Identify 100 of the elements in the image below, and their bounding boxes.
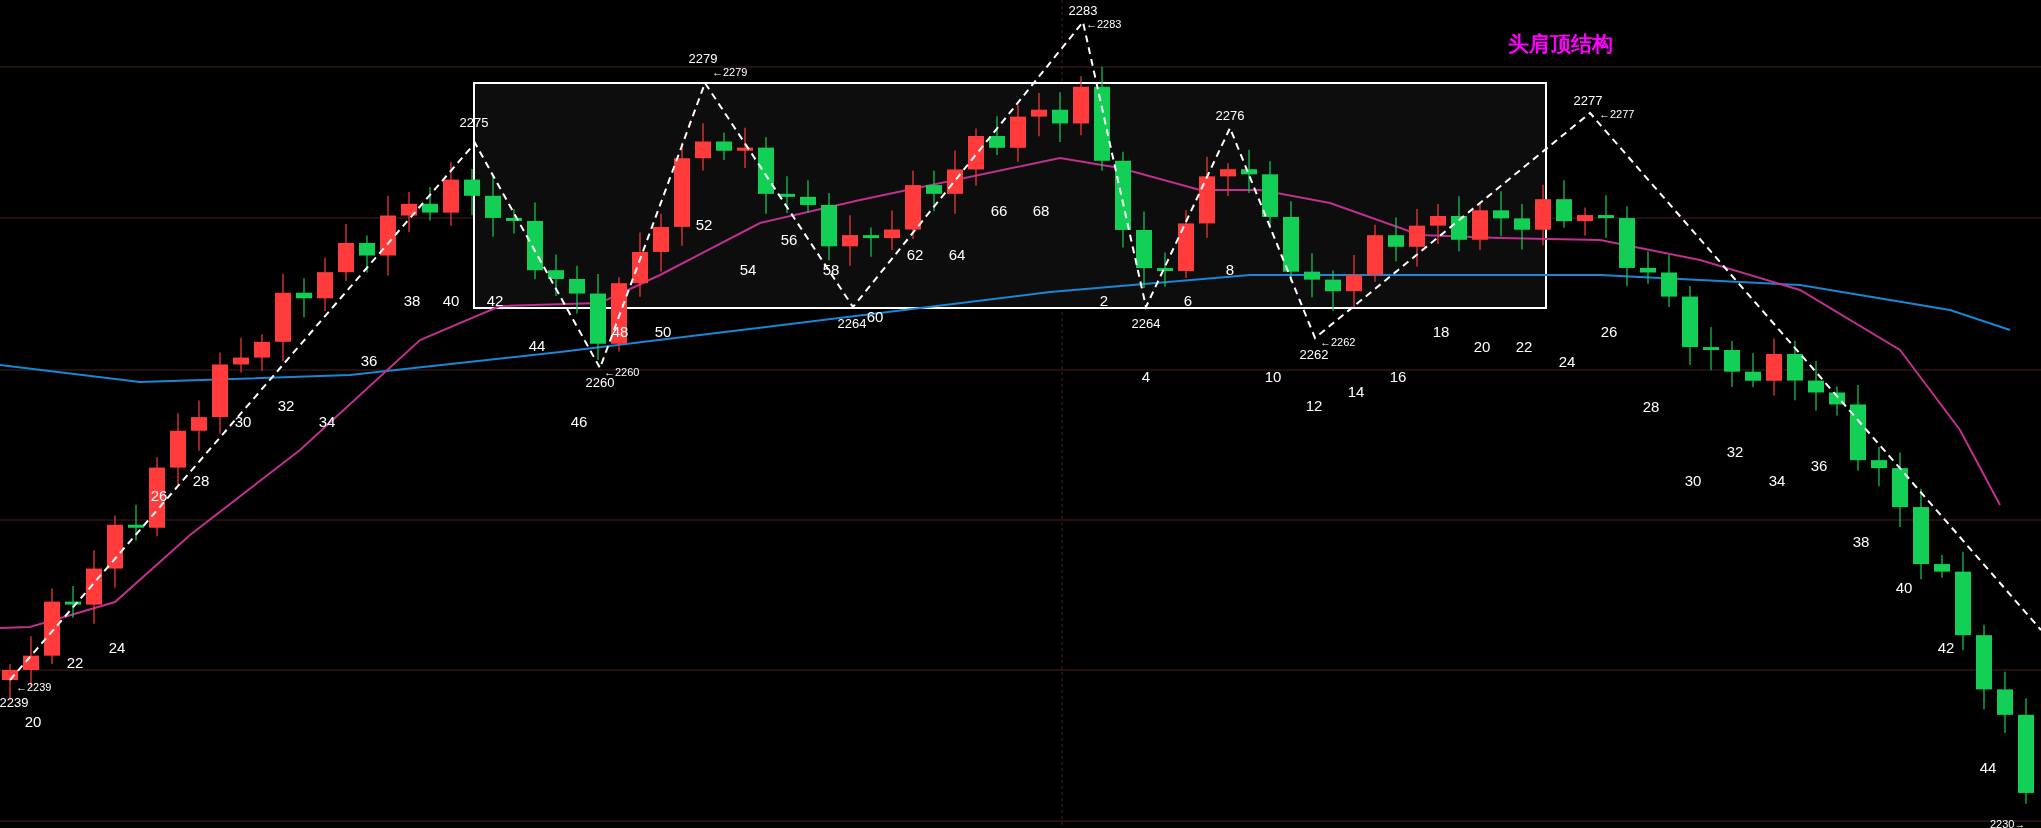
- bar-count-label: 58: [822, 260, 840, 278]
- bar-count-label: 24: [108, 638, 126, 656]
- bar-count-label: 50: [654, 322, 672, 340]
- bar-count-label: 62: [906, 245, 924, 263]
- candlestick: [443, 161, 459, 227]
- candlestick: [905, 170, 921, 240]
- bar-count-label: 2: [1099, 291, 1109, 309]
- candlestick: [821, 192, 837, 261]
- candlestick: [296, 277, 312, 318]
- bar-count-label: 36: [1810, 456, 1828, 474]
- pivot-marker-label: ←2283: [1086, 17, 1122, 30]
- candlestick: [1010, 104, 1026, 163]
- candlestick: [653, 213, 669, 272]
- candlestick: [338, 223, 354, 282]
- pivot-price-label: 2239: [0, 695, 29, 711]
- candlestick: [1157, 251, 1173, 288]
- candlestick: [989, 115, 1005, 156]
- pivot-price-label: 2277: [1573, 93, 1603, 109]
- candlestick: [422, 186, 438, 222]
- bar-count-label: 28: [192, 471, 210, 489]
- candlestick: [1325, 270, 1341, 312]
- candlestick: [1178, 209, 1194, 279]
- bar-count-label: 54: [739, 260, 757, 278]
- bar-count-label: 68: [1032, 201, 1050, 219]
- candlestick: [401, 191, 417, 233]
- candlestick: [1220, 162, 1236, 197]
- candlestick: [569, 265, 585, 315]
- candlestick: [1430, 203, 1446, 245]
- candlestick: [1262, 160, 1278, 230]
- bar-count-label: 44: [528, 336, 546, 354]
- pivot-marker-label: ←2262: [1320, 335, 1356, 348]
- candlestick: [1388, 217, 1404, 262]
- bar-count-label: 38: [1852, 532, 1870, 550]
- candlestick: [695, 122, 711, 172]
- candlestick: [779, 175, 795, 214]
- bar-count-label: 10: [1264, 367, 1282, 385]
- candlestick: [1367, 224, 1383, 283]
- candlestick: [1724, 340, 1740, 388]
- candlestick: [1241, 149, 1257, 194]
- pivot-marker-label: ←2277: [1599, 107, 1635, 120]
- candlestick: [1934, 554, 1950, 579]
- bar-count-label: 52: [695, 215, 713, 233]
- bar-count-label: 40: [1895, 578, 1913, 596]
- bar-count-label: 22: [66, 653, 84, 671]
- candlestick: [506, 208, 522, 234]
- pivot-marker-label: 2230→: [1990, 817, 2026, 828]
- pivot-price-label: 2283: [1068, 3, 1098, 19]
- bar-count-label: 14: [1347, 382, 1365, 400]
- bar-count-label: 32: [277, 396, 295, 414]
- candlestick: [1514, 203, 1530, 251]
- candlestick: [1493, 190, 1509, 237]
- pivot-marker-label: ←2239: [16, 680, 52, 693]
- candlestick: [191, 399, 207, 452]
- candlestick: [968, 127, 984, 186]
- candlestick: [1703, 326, 1719, 371]
- candlestick: [1472, 202, 1488, 251]
- bar-count-label: 20: [1473, 337, 1491, 355]
- pivot-marker-label: ←2279: [712, 65, 748, 78]
- candlestick: [464, 168, 480, 216]
- pivot-price-label: 2260: [585, 375, 615, 391]
- bar-count-label: 24: [1558, 352, 1576, 370]
- candlestick: [1871, 446, 1887, 487]
- candlestick: [800, 179, 816, 213]
- pivot-price-label: 2264: [837, 316, 867, 332]
- bar-count-label: 40: [442, 291, 460, 309]
- candlestick: [1661, 254, 1677, 308]
- bar-count-label: 44: [1979, 758, 1997, 776]
- bar-count-label: 46: [570, 412, 588, 430]
- candlestick: [1598, 194, 1614, 239]
- chart-title: 头肩顶结构: [1507, 31, 1613, 55]
- candlestick: [1787, 340, 1803, 401]
- candlestick: [1766, 337, 1782, 397]
- candlestick: [1577, 206, 1593, 237]
- candlestick: [548, 254, 564, 297]
- bar-count-label: 4: [1141, 367, 1151, 385]
- candlestick: [1556, 179, 1572, 229]
- candlestick: [632, 231, 648, 298]
- candlestick: [1997, 671, 2013, 734]
- bar-count-label: 26: [1600, 322, 1618, 340]
- candlestick: [1346, 254, 1362, 308]
- bar-count-label: 42: [486, 291, 504, 309]
- candlestick: [1829, 385, 1845, 416]
- bar-count-label: 32: [1726, 442, 1744, 460]
- candlestick: [317, 257, 333, 312]
- candlestick: [1031, 92, 1047, 137]
- bar-count-label: 30: [234, 412, 252, 430]
- pivot-marker-label: ←2260: [604, 365, 640, 378]
- bar-count-label: 18: [1432, 322, 1450, 340]
- candlestick: [1304, 252, 1320, 298]
- candlestick: [1745, 352, 1761, 388]
- bar-count-label: 38: [403, 291, 421, 309]
- bar-count-label: 64: [948, 245, 966, 263]
- pivot-price-label: 2279: [688, 51, 718, 67]
- bar-count-label: 16: [1389, 367, 1407, 385]
- candlestick: [65, 585, 81, 619]
- candlestick: [926, 169, 942, 212]
- candlestick: [1451, 195, 1467, 252]
- candlestick: [1535, 184, 1551, 246]
- candlestick: [1073, 75, 1089, 136]
- bar-count-label: 28: [1642, 397, 1660, 415]
